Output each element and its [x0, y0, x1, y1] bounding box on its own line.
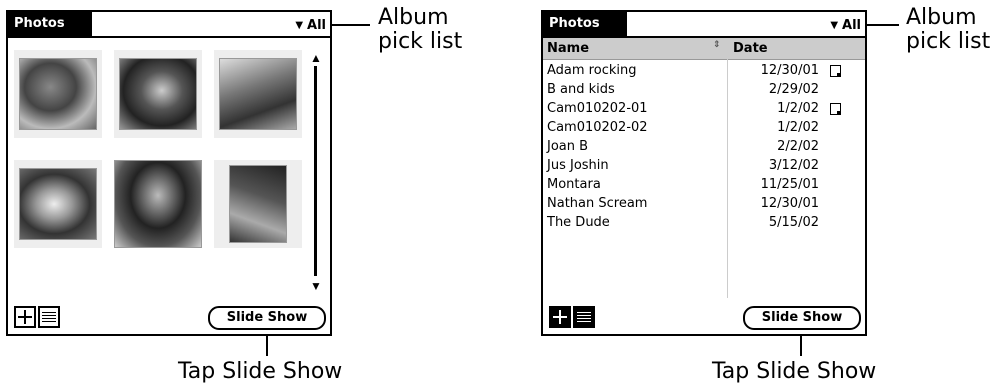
photo-name: Joan B: [547, 139, 589, 154]
photo-date: 3/12/02: [768, 158, 819, 173]
photo-list: Adam rocking 12/30/01 B and kids 2/29/02…: [543, 62, 865, 233]
callout-line: [332, 24, 370, 26]
list-view-icon[interactable]: [38, 306, 60, 328]
callout-line: [800, 336, 802, 356]
callout-tap-slide-show: Tap Slide Show: [712, 359, 877, 384]
album-pick-list[interactable]: ▼ All: [830, 15, 861, 35]
column-header-date[interactable]: Date: [733, 41, 768, 56]
photo-image: [114, 160, 202, 248]
list-item[interactable]: Montara 11/25/01: [543, 176, 865, 195]
callout-album-line1: Album: [906, 5, 977, 30]
note-icon[interactable]: [830, 65, 841, 77]
note-icon[interactable]: [830, 103, 841, 115]
photo-image: [219, 58, 297, 130]
callout-album-label: Album pick list: [378, 6, 462, 54]
photo-thumbnail[interactable]: [214, 50, 302, 138]
arrow-down-icon[interactable]: ▼: [310, 280, 322, 292]
sort-icon: ⇕: [713, 40, 721, 50]
scrollbar[interactable]: ▲ ▼: [310, 52, 322, 292]
grid-view-icon[interactable]: [549, 306, 571, 328]
photo-date: 2/29/02: [768, 82, 819, 97]
arrow-up-icon[interactable]: ▲: [310, 52, 322, 64]
photo-thumbnail[interactable]: [114, 160, 202, 248]
view-toggle: [549, 306, 595, 328]
list-header: Name ⇕ Date: [543, 38, 865, 60]
photo-date: 5/15/02: [768, 215, 819, 230]
callout-line: [266, 336, 268, 356]
list-view-icon[interactable]: [573, 306, 595, 328]
photo-date: 12/30/01: [760, 196, 819, 211]
photo-image: [19, 58, 97, 130]
view-toggle: [14, 306, 60, 328]
list-item[interactable]: The Dude 5/15/02: [543, 214, 865, 233]
callout-album-line1: Album: [378, 5, 449, 30]
list-item[interactable]: Cam010202-01 1/2/02: [543, 100, 865, 119]
triangle-down-icon: ▼: [295, 19, 304, 31]
scroll-track[interactable]: [314, 66, 317, 276]
list-item[interactable]: Nathan Scream 12/30/01: [543, 195, 865, 214]
photo-thumbnail[interactable]: [14, 50, 102, 138]
triangle-down-icon: ▼: [830, 19, 839, 31]
photo-date: 2/2/02: [777, 139, 819, 154]
thumbnail-grid: [14, 50, 304, 270]
app-title: Photos: [8, 12, 92, 36]
title-bar: Photos ▼ All: [8, 12, 330, 38]
album-pick-list[interactable]: ▼ All: [295, 15, 326, 35]
callout-album-line2: pick list: [906, 29, 991, 54]
photo-name: B and kids: [547, 82, 615, 97]
list-item[interactable]: Jus Joshin 3/12/02: [543, 157, 865, 176]
list-item[interactable]: Joan B 2/2/02: [543, 138, 865, 157]
column-header-name[interactable]: Name: [547, 41, 589, 56]
list-item[interactable]: Adam rocking 12/30/01: [543, 62, 865, 81]
album-pick-value: All: [307, 17, 326, 33]
photos-thumbnail-screen: Photos ▼ All ▲ ▼ Slide Show: [6, 10, 332, 336]
app-title: Photos: [543, 12, 627, 36]
album-pick-value: All: [842, 17, 861, 33]
photo-image: [229, 165, 287, 243]
list-item[interactable]: B and kids 2/29/02: [543, 81, 865, 100]
photo-name: Nathan Scream: [547, 196, 648, 211]
photo-image: [119, 58, 197, 130]
photo-thumbnail[interactable]: [14, 160, 102, 248]
photo-name: Jus Joshin: [547, 158, 609, 173]
photo-image: [19, 168, 97, 240]
list-item[interactable]: Cam010202-02 1/2/02: [543, 119, 865, 138]
photo-date: 1/2/02: [777, 120, 819, 135]
grid-view-icon[interactable]: [14, 306, 36, 328]
photo-thumbnail[interactable]: [114, 50, 202, 138]
photo-thumbnail[interactable]: [214, 160, 302, 248]
photo-name: Montara: [547, 177, 601, 192]
callout-tap-slide-show: Tap Slide Show: [178, 359, 343, 384]
slide-show-button[interactable]: Slide Show: [208, 306, 326, 330]
slide-show-button[interactable]: Slide Show: [743, 306, 861, 330]
photo-name: The Dude: [547, 215, 610, 230]
callout-album-label: Album pick list: [906, 6, 990, 54]
photo-date: 11/25/01: [760, 177, 819, 192]
photo-name: Adam rocking: [547, 63, 637, 78]
callout-line: [867, 24, 899, 26]
photo-name: Cam010202-01: [547, 101, 648, 116]
callout-album-line2: pick list: [378, 29, 463, 54]
photo-name: Cam010202-02: [547, 120, 648, 135]
title-bar: Photos ▼ All: [543, 12, 865, 38]
photos-list-screen: Photos ▼ All Name ⇕ Date Adam rocking 12…: [541, 10, 867, 336]
photo-date: 1/2/02: [777, 101, 819, 116]
photo-date: 12/30/01: [760, 63, 819, 78]
